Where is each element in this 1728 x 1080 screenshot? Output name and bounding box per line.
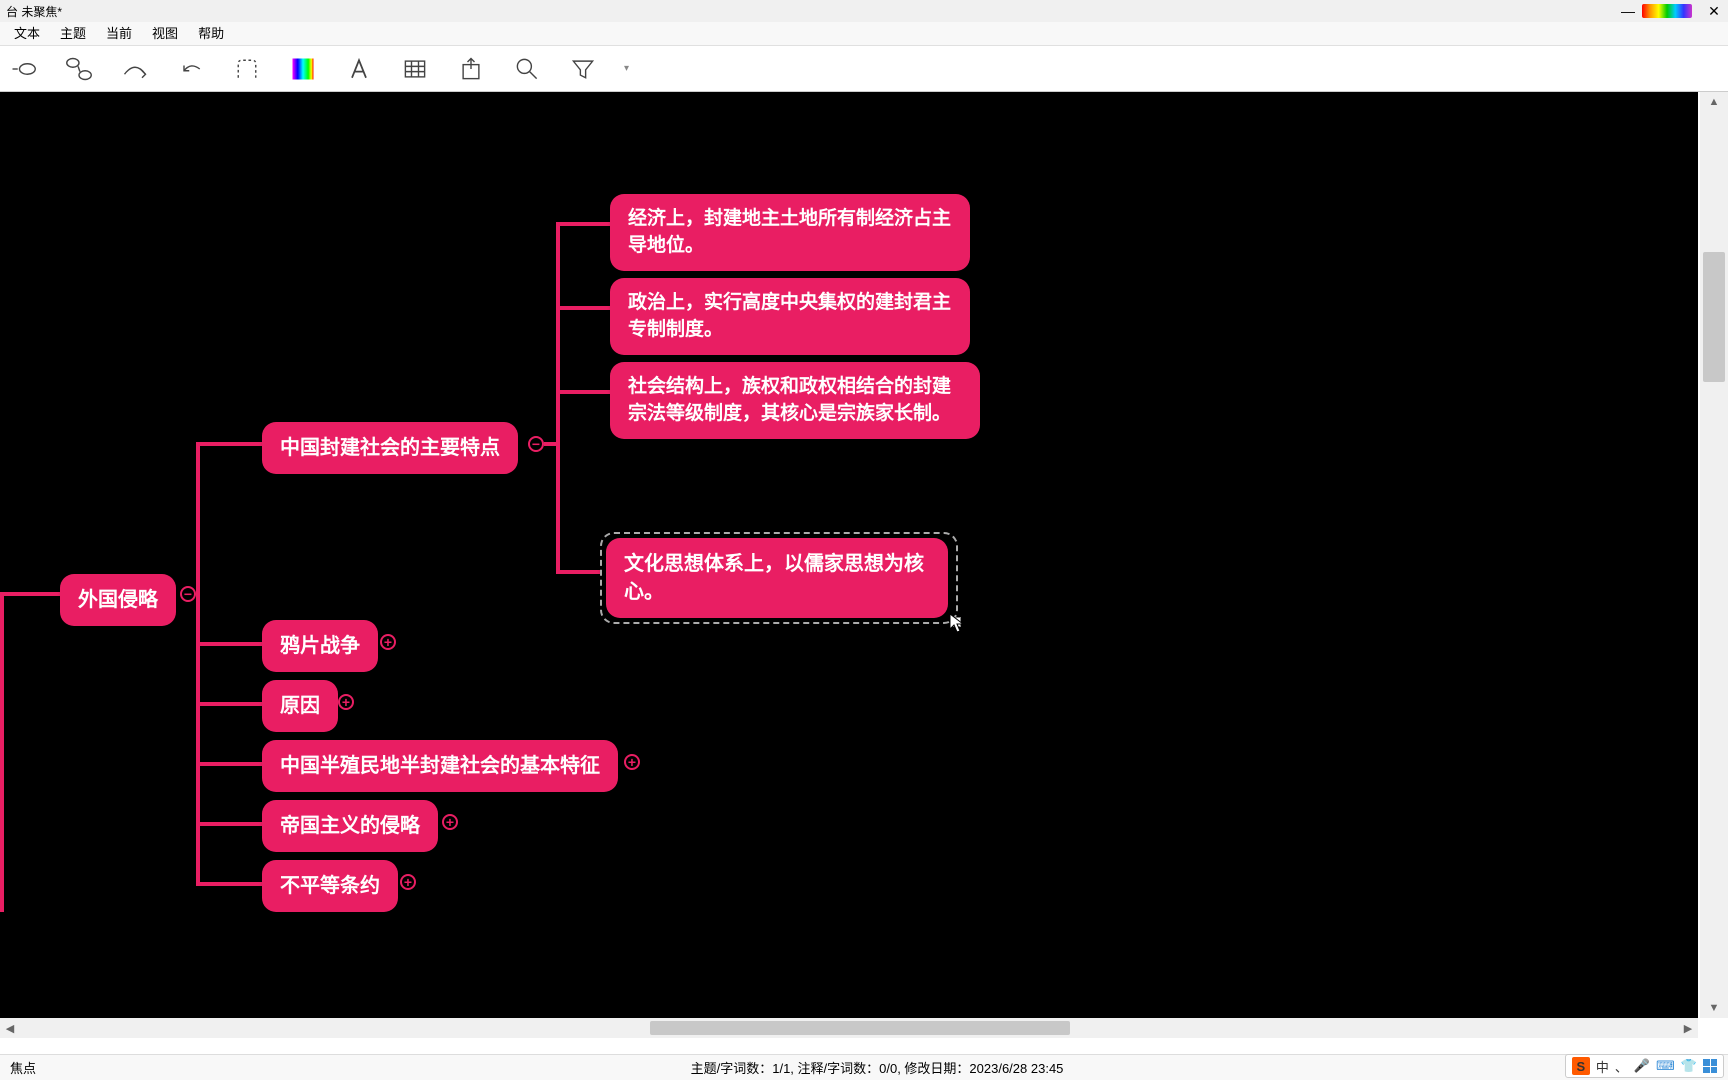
- node-leaf-2[interactable]: 政治上，实行高度中央集权的建封君主专制制度。: [610, 278, 970, 355]
- connector: [544, 442, 556, 446]
- node-label: 原因: [280, 695, 320, 717]
- scroll-right-icon[interactable]: ▶: [1678, 1018, 1698, 1038]
- toolbar: ▾: [0, 46, 1728, 92]
- collapse-toggle[interactable]: −: [180, 586, 196, 602]
- connector: [196, 642, 262, 646]
- node-label: 中国半殖民地半封建社会的基本特征: [280, 755, 600, 777]
- ime-lang[interactable]: 中: [1596, 1057, 1609, 1076]
- expand-toggle[interactable]: +: [400, 874, 416, 890]
- node-sibling-1[interactable]: 鸦片战争: [262, 620, 378, 672]
- connector: [196, 702, 262, 706]
- ime-logo-icon: S: [1572, 1057, 1590, 1075]
- node-label: 政治上，实行高度中央集权的建封君主专制制度。: [628, 292, 951, 340]
- boundary-icon[interactable]: [232, 54, 262, 84]
- node-branch-1[interactable]: 中国封建社会的主要特点: [262, 422, 518, 474]
- mindmap-canvas[interactable]: 外国侵略 − 中国封建社会的主要特点 − 经济上，封建地主土地所有制经济占主导地…: [0, 92, 1698, 1018]
- collapse-toggle[interactable]: −: [528, 436, 544, 452]
- menu-text[interactable]: 文本: [4, 22, 50, 46]
- close-button[interactable]: ✕: [1700, 0, 1728, 22]
- node-label: 社会结构上，族权和政权相结合的封建宗法等级制度，其核心是宗族家长制。: [628, 376, 951, 424]
- scroll-left-icon[interactable]: ◀: [0, 1018, 20, 1038]
- node-sibling-5[interactable]: 不平等条约: [262, 860, 398, 912]
- table-icon[interactable]: [400, 54, 430, 84]
- node-label: 文化思想体系上，以儒家思想为核心。: [624, 553, 924, 603]
- add-child-icon[interactable]: [64, 54, 94, 84]
- window-title: 台 未聚焦*: [6, 3, 62, 20]
- node-label: 经济上，封建地主土地所有制经济占主导地位。: [628, 208, 951, 256]
- toolbox-icon[interactable]: [1703, 1059, 1717, 1073]
- node-label: 帝国主义的侵略: [280, 815, 420, 837]
- scroll-thumb[interactable]: [1703, 252, 1725, 382]
- connector: [0, 592, 4, 912]
- relation-icon[interactable]: [120, 54, 150, 84]
- connector: [556, 222, 610, 226]
- node-root[interactable]: 外国侵略: [60, 574, 176, 626]
- node-label: 外国侵略: [78, 589, 158, 611]
- expand-toggle[interactable]: +: [380, 634, 396, 650]
- expand-toggle[interactable]: +: [338, 694, 354, 710]
- expand-toggle[interactable]: +: [442, 814, 458, 830]
- connector: [196, 442, 200, 884]
- node-leaf-3[interactable]: 社会结构上，族权和政权相结合的封建宗法等级制度，其核心是宗族家长制。: [610, 362, 980, 439]
- title-bar: 台 未聚焦* — ✕: [0, 0, 1728, 22]
- menu-bar: 文本 主题 当前 视图 帮助: [0, 22, 1728, 46]
- node-label: 不平等条约: [280, 875, 380, 897]
- search-icon[interactable]: [512, 54, 542, 84]
- menu-view[interactable]: 视图: [142, 22, 188, 46]
- connector: [556, 222, 560, 572]
- vertical-scrollbar[interactable]: ▲ ▼: [1700, 92, 1728, 1018]
- font-icon[interactable]: [344, 54, 374, 84]
- menu-help[interactable]: 帮助: [188, 22, 234, 46]
- connector: [556, 390, 610, 394]
- node-leaf-4-selected[interactable]: 文化思想体系上，以儒家思想为核心。: [600, 532, 958, 624]
- status-bar: 焦点 主题/字词数：1/1, 注释/字词数：0/0, 修改日期：2023/6/2…: [0, 1054, 1728, 1080]
- mouse-cursor-icon: [949, 613, 965, 640]
- color-icon[interactable]: [288, 54, 318, 84]
- node-label: 鸦片战争: [280, 635, 360, 657]
- node-sibling-2[interactable]: 原因: [262, 680, 338, 732]
- status-focus: 焦点: [10, 1058, 36, 1077]
- keyboard-icon[interactable]: ⌨: [1656, 1058, 1675, 1074]
- horizontal-scrollbar[interactable]: ◀ ▶: [0, 1018, 1698, 1038]
- connector: [0, 592, 60, 596]
- node-sibling-4[interactable]: 帝国主义的侵略: [262, 800, 438, 852]
- connector: [196, 822, 262, 826]
- connector: [196, 882, 262, 886]
- color-strip-icon: [1642, 4, 1692, 18]
- connector: [556, 570, 600, 574]
- scroll-thumb[interactable]: [650, 1021, 1070, 1035]
- status-info: 主题/字词数：1/1, 注释/字词数：0/0, 修改日期：2023/6/28 2…: [691, 1058, 1064, 1077]
- ime-punct[interactable]: 、: [1615, 1057, 1628, 1076]
- connector: [196, 762, 262, 766]
- export-icon[interactable]: [456, 54, 486, 84]
- expand-toggle[interactable]: +: [624, 754, 640, 770]
- connector: [556, 306, 610, 310]
- skin-icon[interactable]: 👕: [1681, 1058, 1697, 1074]
- menu-topic[interactable]: 主题: [50, 22, 96, 46]
- minimize-button[interactable]: —: [1614, 0, 1642, 22]
- node-leaf-1[interactable]: 经济上，封建地主土地所有制经济占主导地位。: [610, 194, 970, 271]
- add-sibling-icon[interactable]: [8, 54, 38, 84]
- node-label: 中国封建社会的主要特点: [280, 437, 500, 459]
- overflow-icon[interactable]: ▾: [624, 63, 629, 74]
- filter-icon[interactable]: [568, 54, 598, 84]
- scroll-up-icon[interactable]: ▲: [1700, 92, 1728, 112]
- undo-icon[interactable]: [176, 54, 206, 84]
- menu-current[interactable]: 当前: [96, 22, 142, 46]
- node-sibling-3[interactable]: 中国半殖民地半封建社会的基本特征: [262, 740, 618, 792]
- connector: [196, 442, 262, 446]
- scroll-down-icon[interactable]: ▼: [1700, 998, 1728, 1018]
- ime-bar[interactable]: S 中 、 🎤 ⌨ 👕: [1565, 1054, 1724, 1078]
- mic-icon[interactable]: 🎤: [1634, 1058, 1650, 1074]
